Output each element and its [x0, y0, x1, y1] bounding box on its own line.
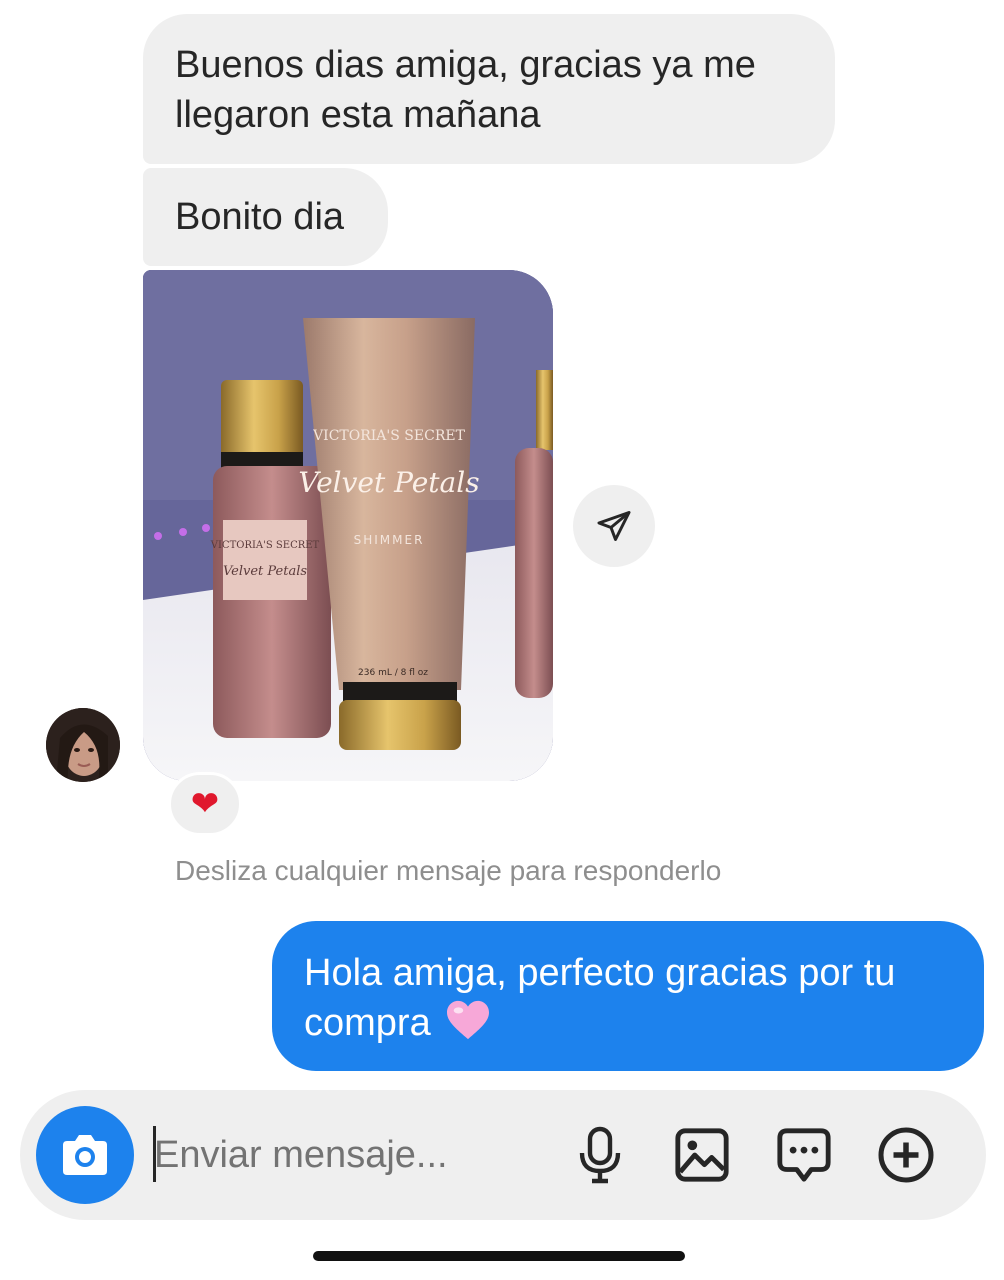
sticker-button[interactable] — [772, 1123, 836, 1187]
microphone-button[interactable] — [568, 1123, 632, 1187]
received-message[interactable]: Buenos dias amiga, gracias ya me llegaro… — [143, 14, 835, 164]
red-heart-icon: ❤ — [190, 785, 220, 823]
share-button[interactable] — [573, 485, 655, 567]
gallery-button[interactable] — [670, 1123, 734, 1187]
received-message[interactable]: Bonito dia — [143, 168, 388, 266]
message-text: Buenos dias amiga, gracias ya me llegaro… — [175, 44, 756, 136]
paper-plane-icon — [597, 511, 631, 541]
tube-subtitle: SHIMMER — [354, 533, 425, 547]
bottle-label: VICTORIA'S SECRET — [210, 540, 320, 551]
image-icon — [675, 1128, 729, 1182]
sent-message[interactable]: Hola amiga, perfecto gracias por tu comp… — [272, 921, 984, 1071]
avatar[interactable] — [46, 708, 120, 782]
tube-product-name: Velvet Petals — [298, 466, 479, 499]
reply-hint: Desliza cualquier mensaje para responder… — [175, 855, 722, 886]
photo-message[interactable]: VICTORIA'S SECRET Velvet Petals VICTORIA… — [143, 270, 553, 781]
plus-circle-icon — [878, 1127, 934, 1183]
message-text: Bonito dia — [175, 196, 345, 238]
microphone-icon — [579, 1126, 621, 1184]
tube-volume: 236 mL / 8 fl oz — [358, 668, 428, 678]
reaction-badge[interactable]: ❤ — [168, 772, 242, 836]
home-indicator[interactable] — [313, 1251, 685, 1261]
message-input[interactable] — [154, 1128, 554, 1182]
bottle-label: Velvet Petals — [223, 564, 307, 579]
message-composer — [20, 1090, 986, 1220]
chat-bubble-icon — [777, 1128, 831, 1182]
avatar-photo — [46, 708, 120, 782]
tube-brand: VICTORIA'S SECRET — [312, 428, 466, 444]
product-photo: VICTORIA'S SECRET Velvet Petals VICTORIA… — [143, 270, 553, 781]
more-button[interactable] — [874, 1123, 938, 1187]
message-text: Hola amiga, perfecto gracias por tu comp… — [304, 952, 896, 1044]
camera-button[interactable] — [36, 1106, 134, 1204]
camera-icon — [63, 1135, 107, 1175]
pink-heart-icon — [447, 1000, 490, 1040]
